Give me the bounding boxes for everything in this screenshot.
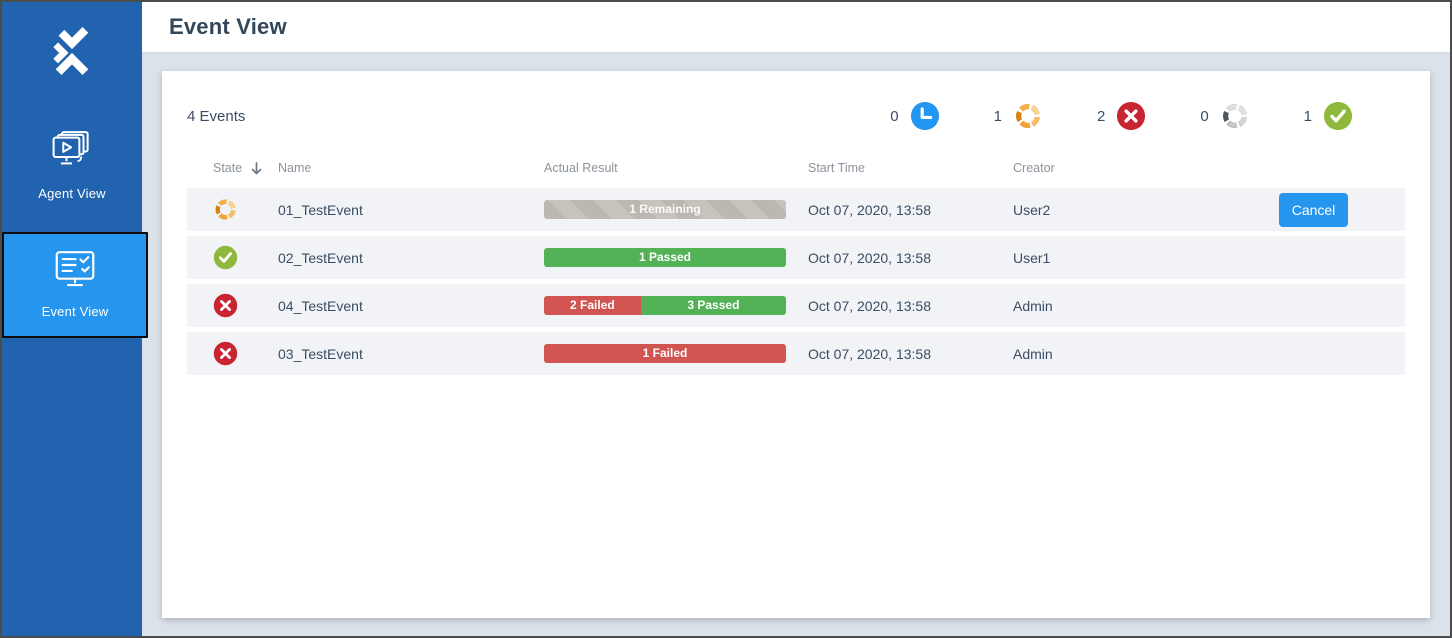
result-bar: 1 Remaining bbox=[544, 200, 786, 219]
card-header: 4 Events 0 1 2 0 1 bbox=[162, 71, 1430, 131]
column-header-name[interactable]: Name bbox=[278, 161, 544, 175]
sidebar-item-agent-view[interactable]: Agent View bbox=[2, 114, 142, 218]
counter-failed[interactable]: 2 bbox=[1097, 101, 1146, 131]
error-icon bbox=[1116, 101, 1146, 131]
result-bar: 1 Passed bbox=[544, 248, 786, 267]
spinner-gray-icon bbox=[1220, 101, 1250, 131]
creator: User1 bbox=[1013, 249, 1051, 266]
counter-in-progress[interactable]: 0 bbox=[1200, 101, 1249, 131]
result-bar: 1 Failed bbox=[544, 344, 786, 363]
counter-value: 1 bbox=[993, 107, 1002, 125]
sidebar-item-event-view[interactable]: Event View bbox=[2, 232, 148, 338]
agent-view-icon bbox=[49, 129, 95, 176]
content-area: 4 Events 0 1 2 0 1 State Name Actual Res… bbox=[142, 53, 1450, 636]
clock-icon bbox=[910, 101, 940, 131]
sidebar-item-label: Agent View bbox=[38, 186, 106, 201]
state-running-icon bbox=[213, 197, 238, 222]
event-name: 04_TestEvent bbox=[278, 297, 363, 314]
sidebar: Agent View Event View bbox=[2, 2, 148, 636]
event-name: 02_TestEvent bbox=[278, 249, 363, 266]
table-row: 04_TestEvent 2 Failed 3 Passed Oct 07, 2… bbox=[187, 284, 1405, 327]
state-error-icon bbox=[213, 341, 238, 366]
spinner-orange-icon bbox=[1013, 101, 1043, 131]
column-header-creator[interactable]: Creator bbox=[1013, 161, 1279, 175]
cancel-button[interactable]: Cancel bbox=[1279, 192, 1348, 227]
success-icon bbox=[1323, 101, 1353, 131]
counter-value: 0 bbox=[890, 107, 899, 125]
result-segment-passed: 3 Passed bbox=[640, 296, 786, 315]
result-segment-passed: 1 Passed bbox=[544, 248, 786, 267]
start-time: Oct 07, 2020, 13:58 bbox=[808, 201, 931, 218]
main-area: Event View 4 Events 0 1 2 0 1 State Name… bbox=[142, 2, 1450, 636]
creator: User2 bbox=[1013, 201, 1051, 218]
start-time: Oct 07, 2020, 13:58 bbox=[808, 297, 931, 314]
top-bar: Event View bbox=[142, 2, 1450, 53]
counter-running[interactable]: 1 bbox=[994, 101, 1043, 131]
page-title: Event View bbox=[169, 14, 287, 39]
column-label: State bbox=[213, 161, 243, 175]
event-view-icon bbox=[52, 249, 98, 294]
start-time: Oct 07, 2020, 13:58 bbox=[808, 345, 931, 362]
counter-value: 0 bbox=[1200, 107, 1209, 125]
tricentis-x-logo-icon bbox=[49, 25, 95, 82]
app-window: Agent View Event View Event View 4 Event… bbox=[0, 0, 1452, 638]
events-card: 4 Events 0 1 2 0 1 State Name Actual Res… bbox=[162, 71, 1430, 618]
table-row: 03_TestEvent 1 Failed Oct 07, 2020, 13:5… bbox=[187, 332, 1405, 375]
counter-passed[interactable]: 1 bbox=[1304, 101, 1353, 131]
table-row: 01_TestEvent 1 Remaining Oct 07, 2020, 1… bbox=[187, 188, 1405, 231]
column-header-start-time[interactable]: Start Time bbox=[808, 161, 1013, 175]
events-count-label: 4 Events bbox=[187, 107, 246, 125]
sort-descending-icon[interactable] bbox=[251, 161, 262, 175]
table-body: 01_TestEvent 1 Remaining Oct 07, 2020, 1… bbox=[162, 188, 1430, 375]
counter-waiting[interactable]: 0 bbox=[890, 101, 939, 131]
column-header-result[interactable]: Actual Result bbox=[544, 161, 808, 175]
counter-value: 2 bbox=[1096, 107, 1106, 125]
creator: Admin bbox=[1013, 345, 1053, 362]
sidebar-item-label: Event View bbox=[41, 304, 109, 319]
counter-value: 1 bbox=[1303, 107, 1312, 125]
state-success-icon bbox=[213, 245, 238, 270]
app-logo[interactable] bbox=[48, 26, 96, 80]
table-header: State Name Actual Result Start Time Crea… bbox=[162, 161, 1430, 175]
start-time: Oct 07, 2020, 13:58 bbox=[808, 249, 931, 266]
creator: Admin bbox=[1013, 297, 1053, 314]
result-bar: 2 Failed 3 Passed bbox=[544, 296, 786, 315]
event-name: 01_TestEvent bbox=[278, 201, 363, 218]
column-header-state[interactable]: State bbox=[187, 161, 278, 175]
sidebar-nav: Agent View Event View bbox=[2, 114, 148, 338]
result-segment-remaining: 1 Remaining bbox=[544, 200, 786, 219]
event-name: 03_TestEvent bbox=[278, 345, 363, 362]
result-segment-failed: 1 Failed bbox=[544, 344, 786, 363]
table-row: 02_TestEvent 1 Passed Oct 07, 2020, 13:5… bbox=[187, 236, 1405, 279]
status-counters: 0 1 2 0 1 bbox=[890, 101, 1405, 131]
result-segment-failed: 2 Failed bbox=[544, 296, 641, 315]
state-error-icon bbox=[213, 293, 238, 318]
